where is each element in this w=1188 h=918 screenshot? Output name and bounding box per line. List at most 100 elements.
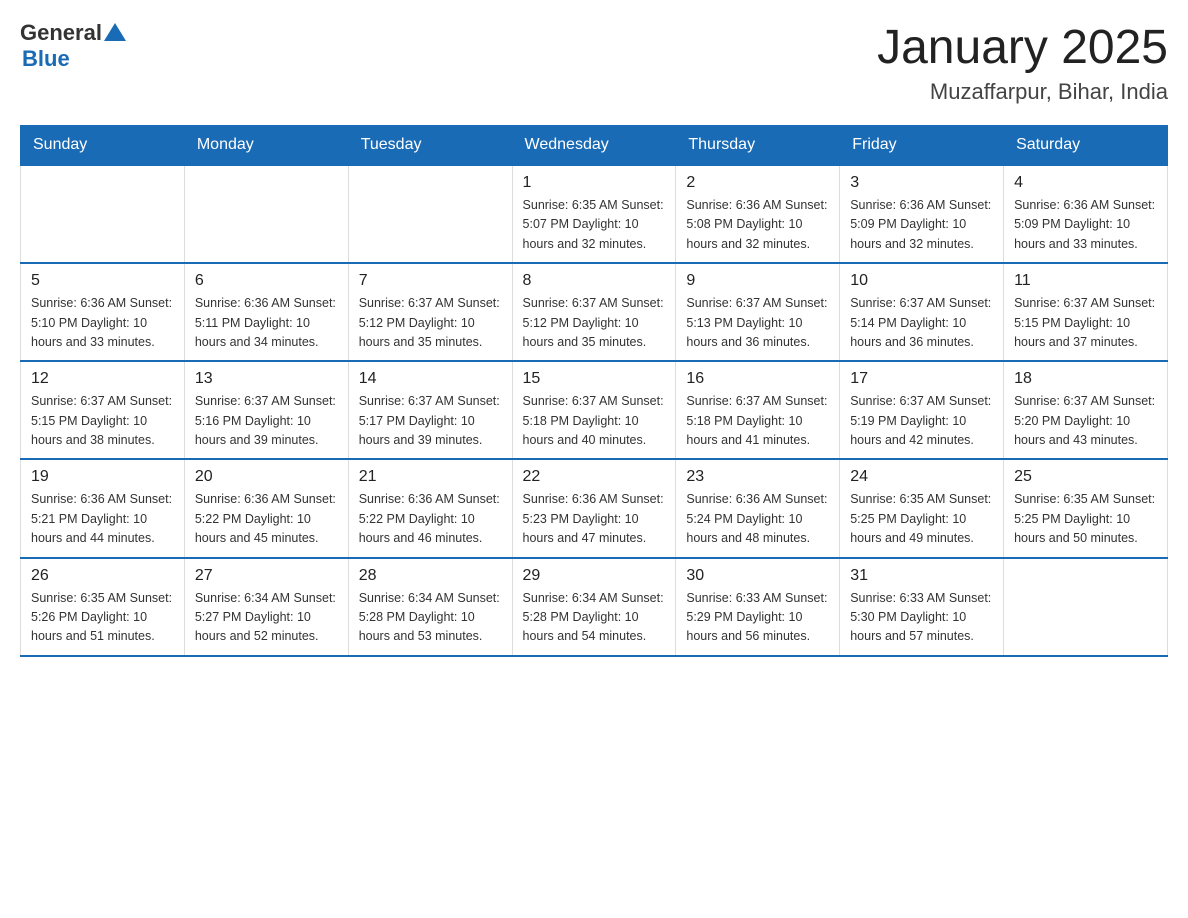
- calendar-week-3: 12 Sunrise: 6:37 AM Sunset: 5:15 PM Dayli…: [21, 361, 1168, 459]
- month-year-title: January 2025: [877, 20, 1168, 75]
- day-info: Sunrise: 6:37 AM Sunset: 5:12 PM Dayligh…: [359, 294, 502, 352]
- day-info: Sunrise: 6:37 AM Sunset: 5:19 PM Dayligh…: [850, 392, 993, 450]
- calendar-cell-w2-d3: 7 Sunrise: 6:37 AM Sunset: 5:12 PM Daylig…: [348, 263, 512, 361]
- header-saturday: Saturday: [1004, 126, 1168, 166]
- day-number: 12: [31, 370, 174, 388]
- calendar-cell-w2-d5: 9 Sunrise: 6:37 AM Sunset: 5:13 PM Daylig…: [676, 263, 840, 361]
- calendar-week-2: 5Sunrise: 6:36 AM Sunset: 5:10 PM Daylig…: [21, 263, 1168, 361]
- day-number: 6: [195, 272, 338, 290]
- day-info: Sunrise: 6:35 AM Sunset: 5:26 PM Dayligh…: [31, 589, 174, 647]
- calendar-cell-w5-d4: 29 Sunrise: 6:34 AM Sunset: 5:28 PM Dayli…: [512, 558, 676, 656]
- day-number: 25: [1014, 468, 1157, 486]
- calendar-cell-w4-d4: 22Sunrise: 6:36 AM Sunset: 5:23 PM Dayli…: [512, 459, 676, 557]
- calendar-cell-w1-d7: 4 Sunrise: 6:36 AM Sunset: 5:09 PM Daylig…: [1004, 165, 1168, 263]
- location-subtitle: Muzaffarpur, Bihar, India: [877, 79, 1168, 105]
- logo-general-text: General: [20, 20, 102, 46]
- day-info: Sunrise: 6:35 AM Sunset: 5:07 PM Dayligh…: [523, 196, 666, 254]
- day-info: Sunrise: 6:36 AM Sunset: 5:09 PM Dayligh…: [850, 196, 993, 254]
- day-number: 23: [686, 468, 829, 486]
- calendar-cell-w2-d7: 11Sunrise: 6:37 AM Sunset: 5:15 PM Dayli…: [1004, 263, 1168, 361]
- day-info: Sunrise: 6:37 AM Sunset: 5:12 PM Dayligh…: [523, 294, 666, 352]
- day-number: 21: [359, 468, 502, 486]
- calendar-cell-w2-d1: 5Sunrise: 6:36 AM Sunset: 5:10 PM Daylig…: [21, 263, 185, 361]
- day-number: 4: [1014, 174, 1157, 192]
- day-number: 10: [850, 272, 993, 290]
- day-number: 29: [523, 567, 666, 585]
- calendar-cell-w3-d7: 18 Sunrise: 6:37 AM Sunset: 5:20 PM Dayli…: [1004, 361, 1168, 459]
- day-number: 7: [359, 272, 502, 290]
- day-number: 30: [686, 567, 829, 585]
- day-info: Sunrise: 6:34 AM Sunset: 5:27 PM Dayligh…: [195, 589, 338, 647]
- calendar-cell-w5-d1: 26 Sunrise: 6:35 AM Sunset: 5:26 PM Dayli…: [21, 558, 185, 656]
- calendar-cell-w5-d5: 30 Sunrise: 6:33 AM Sunset: 5:29 PM Dayli…: [676, 558, 840, 656]
- day-info: Sunrise: 6:34 AM Sunset: 5:28 PM Dayligh…: [359, 589, 502, 647]
- day-number: 31: [850, 567, 993, 585]
- header-thursday: Thursday: [676, 126, 840, 166]
- day-info: Sunrise: 6:37 AM Sunset: 5:16 PM Dayligh…: [195, 392, 338, 450]
- calendar-cell-w2-d6: 10Sunrise: 6:37 AM Sunset: 5:14 PM Dayli…: [840, 263, 1004, 361]
- calendar-cell-w5-d3: 28Sunrise: 6:34 AM Sunset: 5:28 PM Dayli…: [348, 558, 512, 656]
- day-number: 1: [523, 174, 666, 192]
- calendar-week-5: 26 Sunrise: 6:35 AM Sunset: 5:26 PM Dayli…: [21, 558, 1168, 656]
- day-number: 27: [195, 567, 338, 585]
- day-number: 18: [1014, 370, 1157, 388]
- day-info: Sunrise: 6:37 AM Sunset: 5:17 PM Dayligh…: [359, 392, 502, 450]
- day-info: Sunrise: 6:37 AM Sunset: 5:13 PM Dayligh…: [686, 294, 829, 352]
- logo-triangle-icon: [104, 23, 126, 41]
- calendar-cell-w2-d2: 6Sunrise: 6:36 AM Sunset: 5:11 PM Daylig…: [184, 263, 348, 361]
- day-number: 26: [31, 567, 174, 585]
- day-info: Sunrise: 6:36 AM Sunset: 5:08 PM Dayligh…: [686, 196, 829, 254]
- day-info: Sunrise: 6:34 AM Sunset: 5:28 PM Dayligh…: [523, 589, 666, 647]
- day-info: Sunrise: 6:37 AM Sunset: 5:15 PM Dayligh…: [31, 392, 174, 450]
- logo: General Blue: [20, 20, 126, 72]
- header-friday: Friday: [840, 126, 1004, 166]
- calendar-cell-w4-d1: 19 Sunrise: 6:36 AM Sunset: 5:21 PM Dayli…: [21, 459, 185, 557]
- calendar-cell-w3-d5: 16Sunrise: 6:37 AM Sunset: 5:18 PM Dayli…: [676, 361, 840, 459]
- day-number: 8: [523, 272, 666, 290]
- calendar-cell-w1-d6: 3Sunrise: 6:36 AM Sunset: 5:09 PM Daylig…: [840, 165, 1004, 263]
- calendar-cell-w4-d5: 23Sunrise: 6:36 AM Sunset: 5:24 PM Dayli…: [676, 459, 840, 557]
- calendar-cell-w3-d1: 12 Sunrise: 6:37 AM Sunset: 5:15 PM Dayli…: [21, 361, 185, 459]
- day-number: 20: [195, 468, 338, 486]
- day-info: Sunrise: 6:33 AM Sunset: 5:30 PM Dayligh…: [850, 589, 993, 647]
- calendar-week-1: 1 Sunrise: 6:35 AM Sunset: 5:07 PM Daylig…: [21, 165, 1168, 263]
- calendar-cell-w1-d3: [348, 165, 512, 263]
- calendar-cell-w5-d6: 31 Sunrise: 6:33 AM Sunset: 5:30 PM Dayli…: [840, 558, 1004, 656]
- calendar-cell-w4-d3: 21 Sunrise: 6:36 AM Sunset: 5:22 PM Dayli…: [348, 459, 512, 557]
- day-number: 24: [850, 468, 993, 486]
- calendar-cell-w2-d4: 8 Sunrise: 6:37 AM Sunset: 5:12 PM Daylig…: [512, 263, 676, 361]
- day-number: 17: [850, 370, 993, 388]
- day-info: Sunrise: 6:36 AM Sunset: 5:09 PM Dayligh…: [1014, 196, 1157, 254]
- day-info: Sunrise: 6:33 AM Sunset: 5:29 PM Dayligh…: [686, 589, 829, 647]
- header-sunday: Sunday: [21, 126, 185, 166]
- calendar-cell-w3-d3: 14 Sunrise: 6:37 AM Sunset: 5:17 PM Dayli…: [348, 361, 512, 459]
- day-number: 9: [686, 272, 829, 290]
- header-wednesday: Wednesday: [512, 126, 676, 166]
- day-info: Sunrise: 6:37 AM Sunset: 5:18 PM Dayligh…: [523, 392, 666, 450]
- calendar-cell-w1-d5: 2 Sunrise: 6:36 AM Sunset: 5:08 PM Daylig…: [676, 165, 840, 263]
- day-info: Sunrise: 6:35 AM Sunset: 5:25 PM Dayligh…: [850, 490, 993, 548]
- calendar-header-row: Sunday Monday Tuesday Wednesday Thursday…: [21, 126, 1168, 166]
- day-number: 2: [686, 174, 829, 192]
- day-info: Sunrise: 6:37 AM Sunset: 5:18 PM Dayligh…: [686, 392, 829, 450]
- header-tuesday: Tuesday: [348, 126, 512, 166]
- page-header: General Blue January 2025 Muzaffarpur, B…: [20, 20, 1168, 105]
- calendar-cell-w4-d6: 24 Sunrise: 6:35 AM Sunset: 5:25 PM Dayli…: [840, 459, 1004, 557]
- calendar-cell-w3-d6: 17 Sunrise: 6:37 AM Sunset: 5:19 PM Dayli…: [840, 361, 1004, 459]
- calendar-week-4: 19 Sunrise: 6:36 AM Sunset: 5:21 PM Dayli…: [21, 459, 1168, 557]
- day-number: 15: [523, 370, 666, 388]
- calendar-cell-w1-d2: [184, 165, 348, 263]
- day-number: 19: [31, 468, 174, 486]
- calendar-cell-w5-d7: [1004, 558, 1168, 656]
- day-info: Sunrise: 6:36 AM Sunset: 5:22 PM Dayligh…: [195, 490, 338, 548]
- calendar-cell-w5-d2: 27 Sunrise: 6:34 AM Sunset: 5:27 PM Dayli…: [184, 558, 348, 656]
- day-number: 14: [359, 370, 502, 388]
- day-info: Sunrise: 6:36 AM Sunset: 5:22 PM Dayligh…: [359, 490, 502, 548]
- calendar-cell-w4-d7: 25Sunrise: 6:35 AM Sunset: 5:25 PM Dayli…: [1004, 459, 1168, 557]
- day-number: 13: [195, 370, 338, 388]
- calendar-title-area: January 2025 Muzaffarpur, Bihar, India: [877, 20, 1168, 105]
- day-number: 5: [31, 272, 174, 290]
- day-info: Sunrise: 6:36 AM Sunset: 5:23 PM Dayligh…: [523, 490, 666, 548]
- day-info: Sunrise: 6:36 AM Sunset: 5:21 PM Dayligh…: [31, 490, 174, 548]
- day-info: Sunrise: 6:37 AM Sunset: 5:20 PM Dayligh…: [1014, 392, 1157, 450]
